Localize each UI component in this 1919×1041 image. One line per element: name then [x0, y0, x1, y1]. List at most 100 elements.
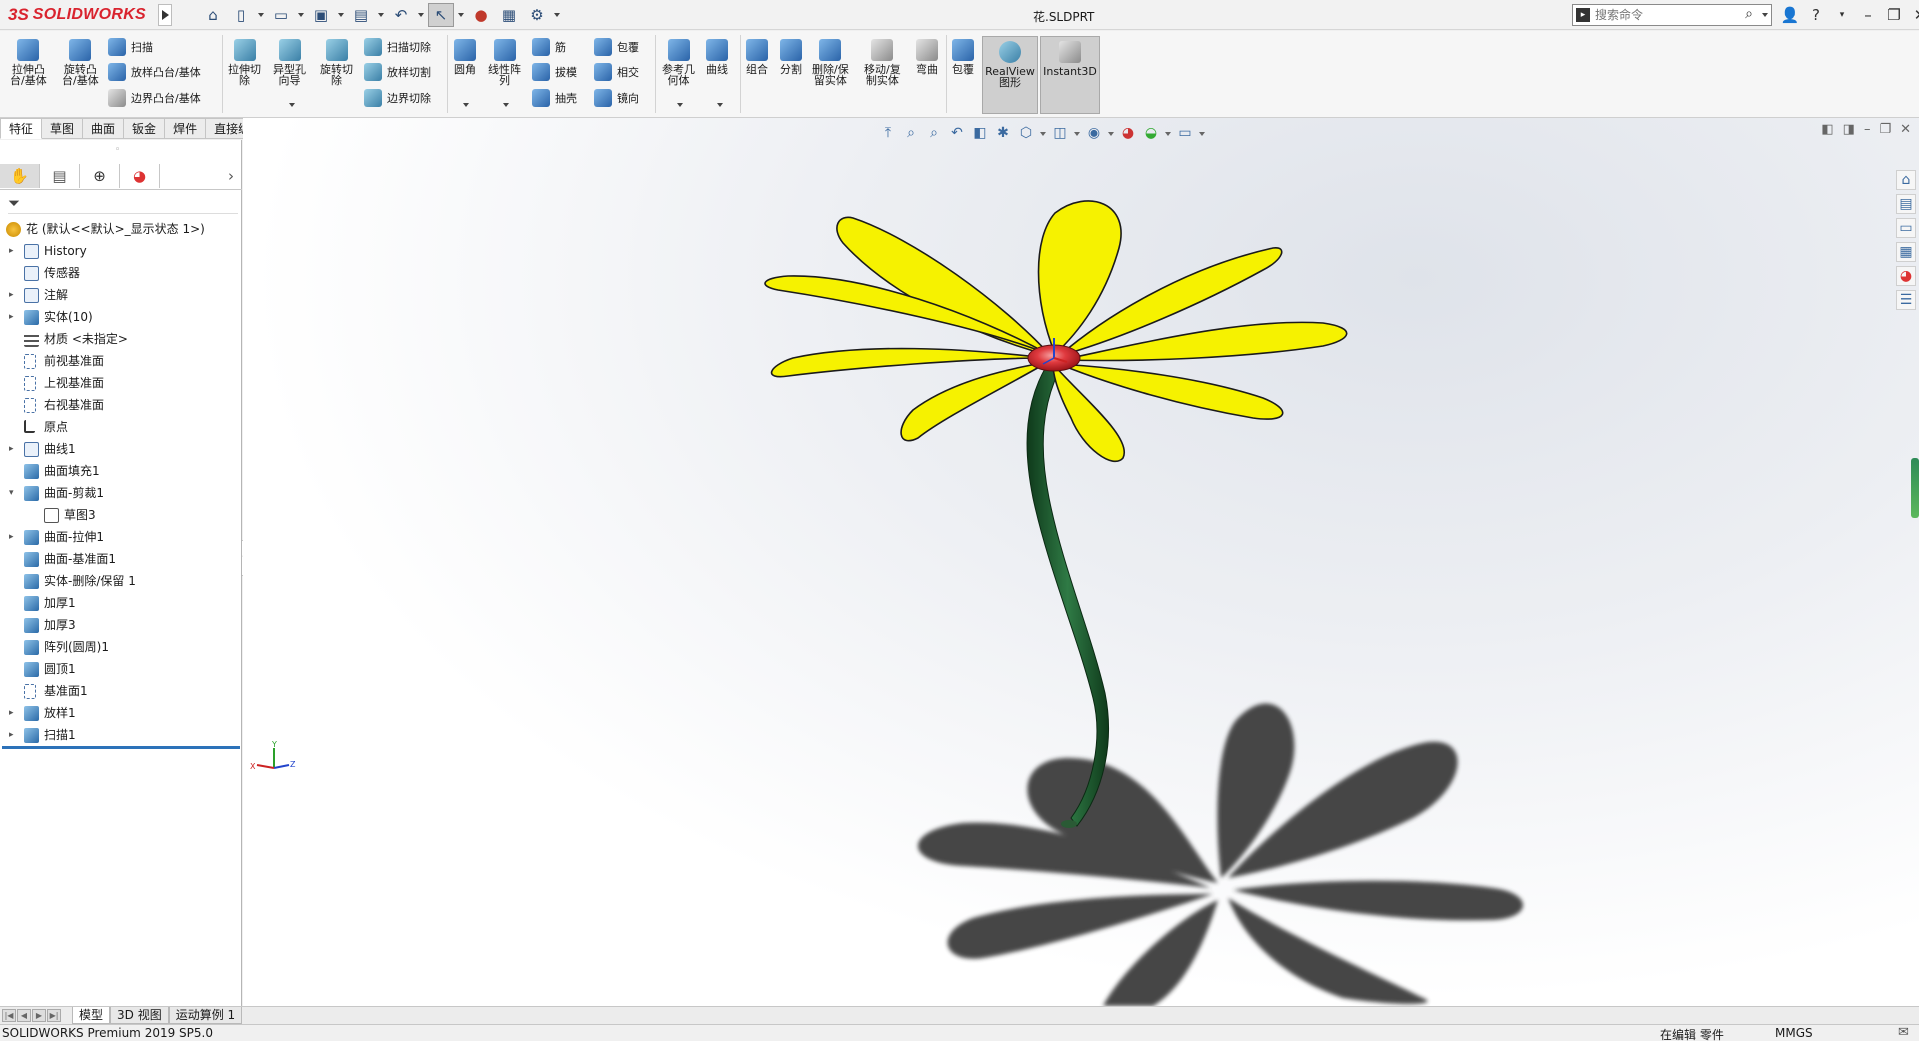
- hole-wizard-button[interactable]: 异型孔 向导: [273, 39, 306, 86]
- boundary-cut-button[interactable]: 边界切除: [364, 88, 431, 108]
- tree-item[interactable]: ▸ 扫描1: [0, 724, 242, 746]
- tree-filter[interactable]: ⏷: [8, 194, 238, 214]
- open-icon[interactable]: ▭: [268, 3, 294, 27]
- tree-item[interactable]: 曲面-基准面1: [0, 548, 242, 570]
- more-tabs-chevron-icon[interactable]: ›: [228, 167, 234, 185]
- search-icon[interactable]: ⌕: [1745, 6, 1753, 22]
- restore-icon[interactable]: ❐: [1884, 6, 1904, 24]
- search-input[interactable]: [1595, 7, 1745, 23]
- sweep-button[interactable]: 扫描: [108, 37, 153, 57]
- intersect-button[interactable]: 相交: [594, 62, 639, 82]
- messages-icon[interactable]: ✉: [1898, 1025, 1909, 1040]
- property-manager-tab-icon[interactable]: ▤: [40, 164, 80, 188]
- last-tab-icon[interactable]: ▶|: [47, 1009, 61, 1022]
- tab-2[interactable]: 曲面: [83, 118, 125, 139]
- collapse-arrow-icon[interactable]: ▾: [9, 482, 17, 504]
- filter-icon[interactable]: ⏷: [8, 194, 20, 212]
- options-dropdown-icon[interactable]: [552, 3, 562, 27]
- realview-graphics-button[interactable]: RealView 图形: [982, 36, 1038, 114]
- boundary-boss-button[interactable]: 边界凸台/基体: [108, 88, 201, 108]
- tab-1[interactable]: 草图: [42, 118, 84, 139]
- hole-wizard-dropdown-icon[interactable]: [289, 103, 295, 107]
- loft-boss-button[interactable]: 放样凸台/基体: [108, 62, 201, 82]
- expand-arrow-icon[interactable]: ▸: [9, 240, 17, 262]
- tree-item[interactable]: 曲面填充1: [0, 460, 242, 482]
- shell-button[interactable]: 抽壳: [532, 88, 577, 108]
- search-commands-box[interactable]: ▸ ⌕: [1572, 4, 1772, 26]
- home-icon[interactable]: ⌂: [200, 3, 226, 27]
- expand-arrow-icon[interactable]: ▸: [9, 284, 17, 306]
- new-dropdown-icon[interactable]: [256, 3, 266, 27]
- curves-dropdown-icon[interactable]: [717, 103, 723, 107]
- panel-splitter-dots[interactable]: ◦: [115, 145, 120, 155]
- rib-button[interactable]: 筋: [532, 37, 566, 57]
- flower-model[interactable]: [243, 118, 1919, 1006]
- flex-button[interactable]: 弯曲: [916, 39, 938, 75]
- save-dropdown-icon[interactable]: [336, 3, 346, 27]
- expand-arrow-icon[interactable]: ▸: [9, 702, 17, 724]
- tree-item[interactable]: 传感器: [0, 262, 242, 284]
- tree-item[interactable]: 阵列(圆周)1: [0, 636, 242, 658]
- rollback-bar[interactable]: [2, 746, 240, 749]
- tree-item[interactable]: ▸ History: [0, 240, 242, 262]
- tree-item[interactable]: 圆顶1: [0, 658, 242, 680]
- new-document-icon[interactable]: ▯: [228, 3, 254, 27]
- save-icon[interactable]: ▣: [308, 3, 334, 27]
- tree-item[interactable]: 材质 <未指定>: [0, 328, 242, 350]
- print-icon[interactable]: ▤: [348, 3, 374, 27]
- reference-geometry-button[interactable]: 参考几 何体: [662, 39, 695, 86]
- tree-root-part[interactable]: 花 (默认<<默认>_显示状态 1>): [0, 218, 242, 240]
- undo-icon[interactable]: ↶: [388, 3, 414, 27]
- bottom-tab-2[interactable]: 运动算例 1: [168, 1007, 243, 1024]
- tree-item[interactable]: ▸ 曲面-拉伸1: [0, 526, 242, 548]
- linear-pattern-button[interactable]: 线性阵 列: [488, 39, 521, 86]
- combine-button[interactable]: 组合: [746, 39, 768, 75]
- user-icon[interactable]: 👤: [1780, 6, 1800, 24]
- tree-item[interactable]: 前视基准面: [0, 350, 242, 372]
- next-tab-icon[interactable]: ▶: [32, 1009, 46, 1022]
- wrap2-button[interactable]: 包覆: [952, 39, 974, 75]
- tree-item[interactable]: 右视基准面: [0, 394, 242, 416]
- bottom-tab-1[interactable]: 3D 视图: [110, 1007, 169, 1024]
- tree-item[interactable]: ▾ 曲面-剪裁1: [0, 482, 242, 504]
- undo-dropdown-icon[interactable]: [416, 3, 426, 27]
- draft-button[interactable]: 拔模: [532, 62, 577, 82]
- expand-arrow-icon[interactable]: ▸: [9, 526, 17, 548]
- open-dropdown-icon[interactable]: [296, 3, 306, 27]
- graphics-area[interactable]: ⤒ ⌕ ⌕ ↶ ◧ ✱ ⬡ ◫ ◉ ◕ ◒ ▭ ◧ ◨ – ❐ ✕ ⌂ ▤ ▭ …: [243, 118, 1919, 1006]
- tree-item[interactable]: 草图3: [0, 504, 242, 526]
- prev-tab-icon[interactable]: ◀: [17, 1009, 31, 1022]
- split-button[interactable]: 分割: [780, 39, 802, 75]
- display-manager-tab-icon[interactable]: ◕: [120, 164, 160, 188]
- tree-item[interactable]: 基准面1: [0, 680, 242, 702]
- expand-arrow-icon[interactable]: ▸: [9, 306, 17, 328]
- revolve-cut-button[interactable]: 旋转切 除: [320, 39, 353, 86]
- expand-arrow-icon[interactable]: ▸: [9, 724, 17, 746]
- select-dropdown-icon[interactable]: [456, 3, 466, 27]
- help-dropdown-icon[interactable]: ▾: [1832, 10, 1852, 20]
- loft-cut-button[interactable]: 放样切割: [364, 62, 431, 82]
- fillet-button[interactable]: 圆角: [454, 39, 476, 75]
- menu-expand-arrow[interactable]: [158, 4, 172, 26]
- revolve-boss-button[interactable]: 旋转凸 台/基体: [62, 39, 99, 86]
- options-gear-icon[interactable]: ⚙: [524, 3, 550, 27]
- tree-item[interactable]: ▸ 曲线1: [0, 438, 242, 460]
- tree-item[interactable]: 加厚1: [0, 592, 242, 614]
- tree-item[interactable]: ▸ 注解: [0, 284, 242, 306]
- bottom-tab-0[interactable]: 模型: [72, 1007, 111, 1024]
- minimize-icon[interactable]: –: [1858, 6, 1878, 24]
- fillet-dropdown-icon[interactable]: [463, 103, 469, 107]
- tab-3[interactable]: 钣金: [124, 118, 166, 139]
- tree-item[interactable]: ▸ 放样1: [0, 702, 242, 724]
- tree-item[interactable]: 原点: [0, 416, 242, 438]
- reference-geometry-dropdown-icon[interactable]: [677, 103, 683, 107]
- solidworks-logo[interactable]: 3S SOLIDWORKS: [8, 3, 146, 27]
- tree-item[interactable]: ▸ 实体(10): [0, 306, 242, 328]
- tab-4[interactable]: 焊件: [165, 118, 207, 139]
- curves-button[interactable]: 曲线: [706, 39, 728, 75]
- instant3d-button[interactable]: Instant3D: [1040, 36, 1100, 114]
- tree-item[interactable]: 实体-删除/保留 1: [0, 570, 242, 592]
- move-copy-body-button[interactable]: 移动/复 制实体: [864, 39, 901, 86]
- select-cursor-icon[interactable]: ↖: [428, 3, 454, 27]
- tree-item[interactable]: 加厚3: [0, 614, 242, 636]
